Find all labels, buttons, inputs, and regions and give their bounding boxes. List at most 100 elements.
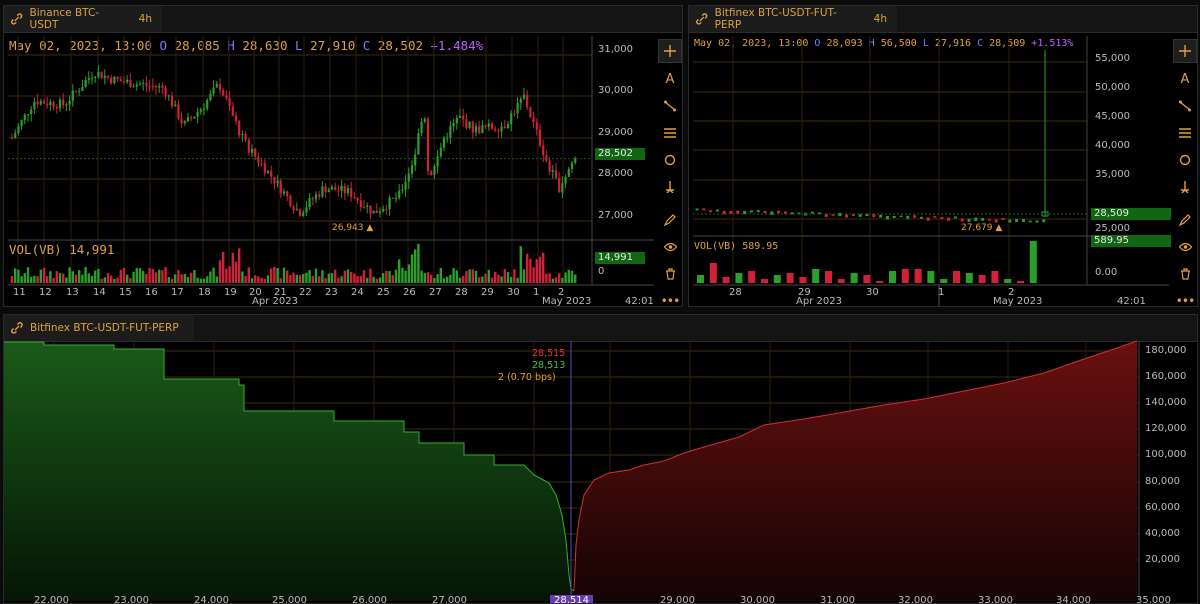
high-label: H — [868, 38, 875, 49]
volume-zero-label: 0 — [598, 266, 605, 277]
eye-icon[interactable] — [659, 236, 681, 258]
candle-body — [266, 170, 270, 174]
volume-bar — [119, 269, 122, 283]
text-icon[interactable]: A — [659, 68, 681, 90]
volume-bar — [164, 267, 167, 283]
panel-tab-bar: Bitfinex BTC-USDT-FUT-PERP 4h — [689, 6, 1197, 33]
candle-body — [548, 160, 551, 172]
circle-icon[interactable] — [1174, 149, 1196, 171]
trash-icon[interactable] — [659, 263, 681, 285]
volume-bar — [388, 271, 391, 283]
candle-body — [503, 126, 506, 129]
volume-bar — [439, 268, 442, 283]
candle-body — [831, 214, 835, 216]
candle-body — [797, 212, 801, 215]
x-tick-label: 30 — [866, 287, 879, 298]
fib-icon[interactable] — [1174, 122, 1196, 144]
candle-body — [899, 215, 903, 218]
volume-bar — [78, 270, 81, 283]
volume-bar — [218, 260, 222, 283]
tab-bitfinex-depth[interactable]: Bitfinex BTC-USDT-FUT-PERP — [4, 315, 194, 341]
volume-bar — [177, 270, 180, 283]
candle-body — [532, 117, 535, 123]
link-icon[interactable] — [695, 12, 709, 26]
crosshair-icon[interactable] — [1173, 39, 1197, 63]
volume-value: 589.95 — [742, 241, 779, 252]
volume-bar — [20, 276, 23, 283]
candle-body — [340, 185, 343, 191]
volume-bar — [241, 271, 244, 283]
candle-body — [500, 126, 503, 132]
text-icon[interactable]: A — [1174, 68, 1196, 90]
volume-bar — [500, 276, 503, 283]
volume-bar — [953, 271, 960, 283]
candle-body — [378, 211, 382, 213]
trash-icon[interactable] — [1174, 263, 1196, 285]
volume-bar — [513, 269, 516, 283]
trendline-icon[interactable] — [659, 95, 681, 117]
order-book-depth-chart[interactable] — [4, 315, 1198, 604]
volume-bar — [90, 275, 94, 283]
candle-body — [292, 206, 295, 211]
volume-bar — [186, 277, 190, 283]
candle-body — [135, 84, 138, 87]
candle-body — [430, 171, 433, 176]
candle-body — [538, 129, 542, 146]
trendline-icon[interactable] — [1174, 95, 1196, 117]
candle-body — [736, 210, 740, 214]
candle-body — [926, 217, 930, 221]
low-marker: 26,943 ▲ — [332, 223, 374, 233]
volume-bar — [202, 278, 206, 283]
timeframe-label[interactable]: 4h — [139, 13, 152, 25]
candle-body — [426, 118, 430, 172]
volume-bar — [116, 277, 119, 283]
bar-countdown: 42:01 — [625, 296, 654, 307]
y-tick-label: 100,000 — [1145, 449, 1187, 460]
candle-body — [452, 123, 455, 127]
volume-bar — [446, 276, 449, 283]
perp-price-chart[interactable] — [689, 6, 1198, 307]
y-tick-label: 31,000 — [598, 44, 633, 55]
measure-icon[interactable] — [1174, 176, 1196, 198]
candle-body — [391, 197, 394, 199]
volume-bar — [23, 273, 26, 283]
candle-body — [52, 101, 55, 108]
volume-bar — [250, 278, 254, 283]
circle-icon[interactable] — [659, 149, 681, 171]
y-tick-label: 25,000 — [1095, 223, 1130, 234]
candle-body — [254, 148, 257, 157]
draw-icon[interactable] — [1174, 209, 1196, 231]
volume-bar — [334, 269, 337, 283]
eye-icon[interactable] — [1174, 236, 1196, 258]
volume-bar — [538, 256, 542, 283]
crosshair-icon[interactable] — [658, 39, 682, 63]
candle-body — [375, 210, 378, 213]
volume-bar — [228, 266, 231, 283]
candle-body — [388, 197, 391, 210]
draw-icon[interactable] — [659, 209, 681, 231]
candle-body — [215, 83, 218, 88]
timeframe-label[interactable]: 4h — [874, 13, 887, 25]
x-tick-label: 29 — [481, 287, 494, 298]
volume-bar — [471, 269, 474, 283]
tab-binance-btc-usdt[interactable]: Binance BTC-USDT 4h — [4, 6, 162, 32]
volume-bar — [68, 267, 71, 283]
x-tick-label: 11 — [13, 287, 26, 298]
candle-body — [974, 217, 978, 222]
volume-bar — [49, 271, 52, 283]
more-icon[interactable]: ••• — [1174, 290, 1196, 306]
bitfinex-perp-chart-panel: Bitfinex BTC-USDT-FUT-PERP 4h May 02, 20… — [688, 5, 1198, 307]
more-icon[interactable]: ••• — [659, 290, 681, 306]
candle-body — [423, 118, 426, 122]
fib-icon[interactable] — [659, 122, 681, 144]
tab-bitfinex-btc-usdt-perp[interactable]: Bitfinex BTC-USDT-FUT-PERP 4h — [689, 6, 897, 32]
link-icon[interactable] — [10, 12, 24, 26]
candle-body — [74, 90, 78, 92]
link-icon[interactable] — [10, 321, 24, 335]
measure-icon[interactable] — [659, 176, 681, 198]
candle-body — [90, 77, 94, 79]
candle-body — [23, 114, 26, 121]
candle-body — [366, 205, 369, 208]
volume-bar — [222, 251, 225, 283]
candle-body — [356, 198, 359, 201]
